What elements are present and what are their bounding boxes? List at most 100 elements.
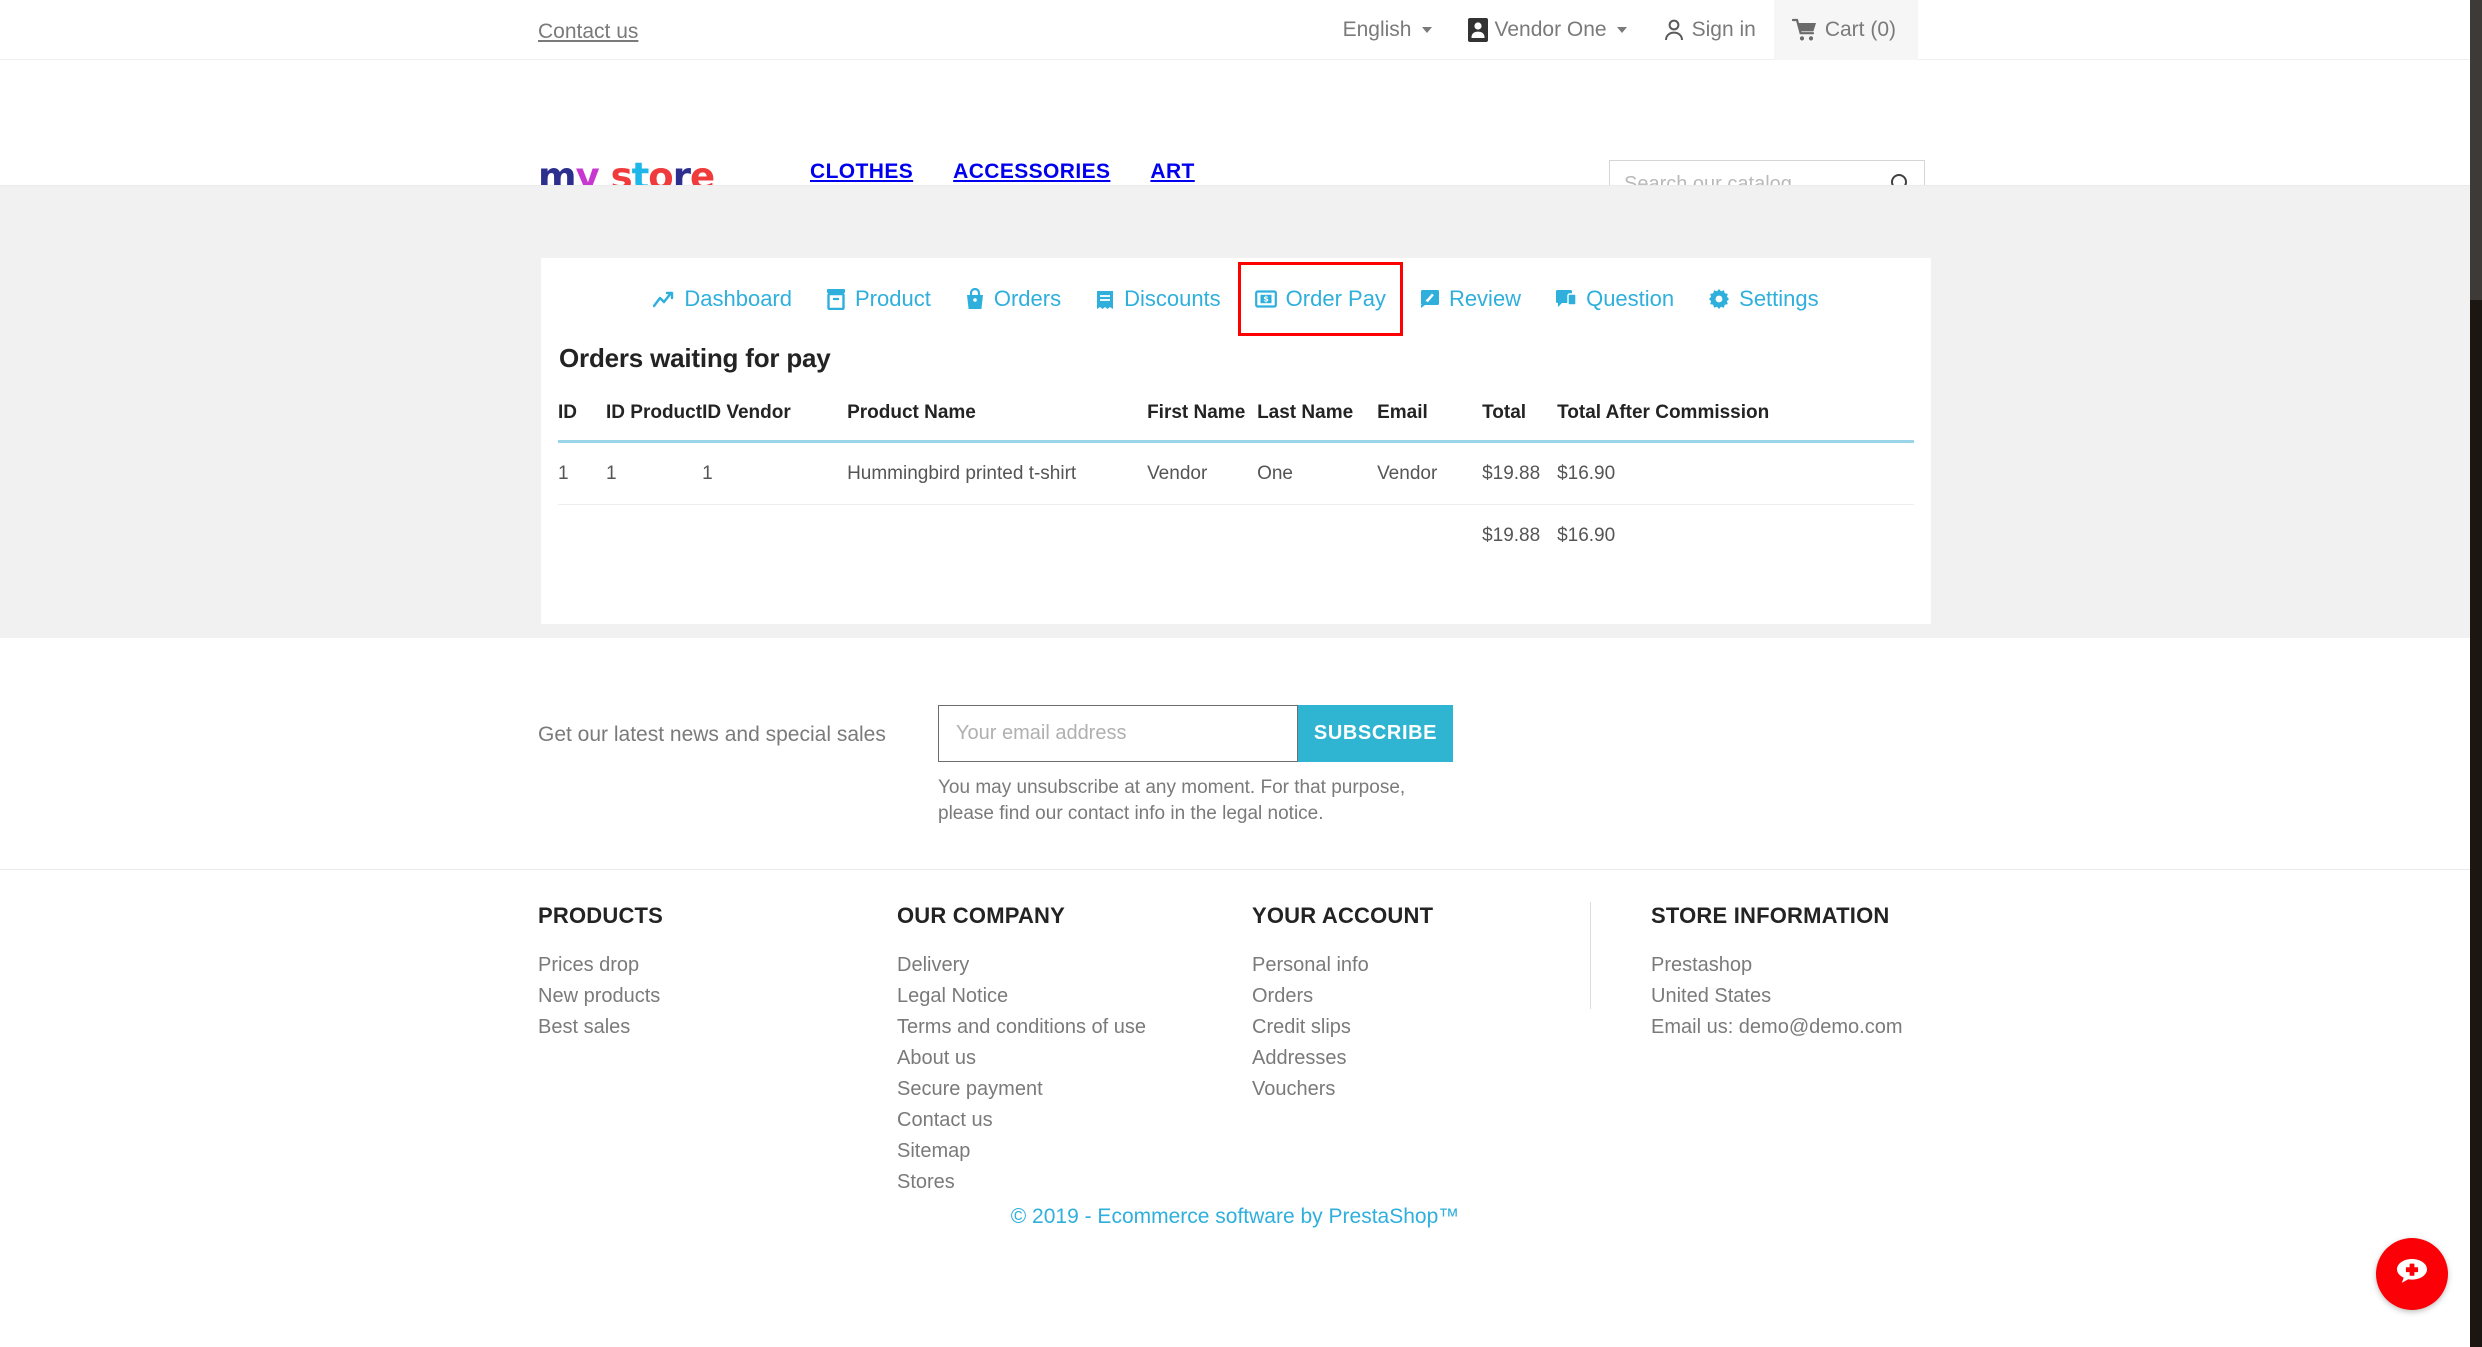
language-label: English (1342, 18, 1412, 41)
footer-link-secure-payment[interactable]: Secure payment (897, 1074, 1146, 1105)
tab-label: Review (1448, 286, 1522, 311)
column-header-id-product: ID Product (606, 396, 703, 443)
footer-link-terms[interactable]: Terms and conditions of use (897, 1012, 1146, 1043)
bag-icon (965, 288, 985, 310)
tab-settings[interactable]: Settings (1691, 263, 1836, 335)
totals-spacer (1257, 505, 1377, 567)
language-selector[interactable]: English (1325, 0, 1450, 60)
newsletter-email-input[interactable] (938, 705, 1298, 762)
cell-id: 1 (558, 441, 606, 505)
vendor-dashboard-card: Dashboard Product Orders Discounts $ Ord… (541, 258, 1931, 624)
page-title: Orders waiting for pay (559, 343, 831, 373)
orders-pay-panel: Orders waiting for pay ID ID Product ID … (541, 343, 1931, 566)
cell-first-name: Vendor (1147, 441, 1258, 505)
site-header: my store CLOTHES ACCESSORIES ART (0, 60, 2470, 208)
cart-label: Cart (0) (1824, 18, 1896, 41)
vendor-tab-bar: Dashboard Product Orders Discounts $ Ord… (541, 258, 1931, 340)
vendor-name-label: Vendor One (1494, 18, 1607, 41)
cart-button[interactable]: Cart (0) (1773, 0, 1918, 60)
vertical-scrollbar-thumb[interactable] (2470, 0, 2482, 300)
tab-label: Product (855, 286, 931, 311)
footer-link-sitemap[interactable]: Sitemap (897, 1136, 1146, 1167)
footer-column-store-information: STORE INFORMATION Prestashop United Stat… (1651, 903, 1903, 1043)
tab-review[interactable]: Review (1403, 263, 1538, 335)
menu-item-accessories[interactable]: ACCESSORIES (953, 160, 1110, 184)
column-header-id-vendor: ID Vendor (702, 396, 848, 443)
footer-column-products: PRODUCTS Prices drop New products Best s… (538, 903, 663, 1043)
user-icon (1663, 18, 1685, 42)
footer-link-orders[interactable]: Orders (1252, 981, 1433, 1012)
newsletter-note-line1: You may unsubscribe at any moment. For t… (938, 777, 1406, 798)
cell-last-name: One (1257, 441, 1378, 505)
tab-discounts[interactable]: Discounts (1078, 263, 1238, 335)
totals-total: $19.88 (1482, 525, 1541, 546)
contact-us-link[interactable]: Contact us (538, 20, 638, 44)
newsletter-form: SUBSCRIBE (938, 705, 1453, 762)
column-header-email: Email (1377, 396, 1483, 443)
subscribe-button[interactable]: SUBSCRIBE (1298, 705, 1453, 762)
footer-link-stores[interactable]: Stores (897, 1167, 1146, 1198)
menu-item-art[interactable]: ART (1150, 160, 1194, 184)
footer-link-credit-slips[interactable]: Credit slips (1252, 1012, 1433, 1043)
tab-orders[interactable]: Orders (948, 263, 1078, 335)
footer-column-company: OUR COMPANY Delivery Legal Notice Terms … (897, 903, 1146, 1198)
vertical-scrollbar-track[interactable] (2470, 0, 2482, 1347)
store-name: Prestashop (1651, 954, 1753, 976)
footer-link-prices-drop[interactable]: Prices drop (538, 950, 663, 981)
totals-spacer (1147, 505, 1257, 567)
column-header-product-name: Product Name (847, 396, 1148, 443)
tab-dashboard[interactable]: Dashboard (636, 263, 809, 335)
cell-email: Vendor (1377, 441, 1483, 505)
store-country: United States (1651, 985, 1772, 1007)
tab-label: Question (1586, 286, 1675, 311)
top-navigation-bar: Contact us English Vendor One Sign in Ca… (0, 0, 2470, 60)
totals-spacer (606, 505, 702, 567)
totals-spacer (558, 505, 606, 567)
newsletter-label: Get our latest news and special sales (538, 723, 886, 746)
page-root: Contact us English Vendor One Sign in Ca… (0, 0, 2470, 1347)
content-band: Dashboard Product Orders Discounts $ Ord… (0, 185, 2470, 638)
footer-link-best-sales[interactable]: Best sales (538, 1012, 663, 1043)
footer-link-vouchers[interactable]: Vouchers (1252, 1074, 1433, 1105)
vendor-account-dropdown[interactable]: Vendor One (1450, 0, 1645, 60)
tab-question[interactable]: Question (1538, 263, 1691, 335)
tab-label: Dashboard (684, 286, 792, 311)
footer-link-delivery[interactable]: Delivery (897, 950, 1146, 981)
tab-label: Discounts (1124, 286, 1221, 311)
menu-item-clothes[interactable]: CLOTHES (810, 160, 913, 184)
tab-order-pay[interactable]: $ Order Pay (1237, 262, 1403, 336)
cell-id-vendor: 1 (702, 441, 848, 505)
tab-label: Orders (993, 286, 1062, 311)
support-chat-button[interactable] (2376, 1238, 2448, 1310)
review-icon (1420, 289, 1440, 309)
footer-heading-company: OUR COMPANY (897, 903, 1066, 928)
copyright-text: © 2019 - Ecommerce software by PrestaSho… (1010, 1205, 1460, 1228)
ticket-icon (1095, 288, 1115, 310)
totals-spacer (1377, 505, 1482, 567)
newsletter-note: You may unsubscribe at any moment. For t… (938, 775, 1405, 826)
footer-link-contact-us[interactable]: Contact us (897, 1105, 1146, 1136)
sign-in-link[interactable]: Sign in (1645, 0, 1774, 60)
tab-product[interactable]: Product (809, 263, 948, 335)
site-footer (0, 869, 2470, 1306)
footer-link-addresses[interactable]: Addresses (1252, 1043, 1433, 1074)
chevron-down-icon (1616, 27, 1627, 33)
shopping-cart-icon (1791, 18, 1818, 42)
cell-total-after-commission: $16.90 (1557, 441, 1914, 505)
sign-in-label: Sign in (1691, 18, 1756, 41)
table-row[interactable]: 1 1 1 Hummingbird printed t-shirt Vendor… (558, 441, 1914, 505)
footer-link-legal-notice[interactable]: Legal Notice (897, 981, 1146, 1012)
tab-label: Order Pay (1285, 286, 1386, 311)
store-email: Email us: demo@demo.com (1651, 1016, 1903, 1038)
column-header-first-name: First Name (1147, 396, 1258, 443)
newsletter-note-line2: please find our contact info in the lega… (938, 802, 1324, 824)
footer-link-new-products[interactable]: New products (538, 981, 663, 1012)
footer-link-about-us[interactable]: About us (897, 1043, 1146, 1074)
totals-total-after-commission: $16.90 (1557, 525, 1616, 546)
footer-link-personal-info[interactable]: Personal info (1252, 950, 1433, 981)
totals-spacer (847, 505, 1147, 567)
cell-total: $19.88 (1482, 441, 1558, 505)
totals-spacer (702, 505, 847, 567)
gear-icon (1708, 288, 1730, 310)
cell-product-name: Hummingbird printed t-shirt (847, 441, 1148, 505)
